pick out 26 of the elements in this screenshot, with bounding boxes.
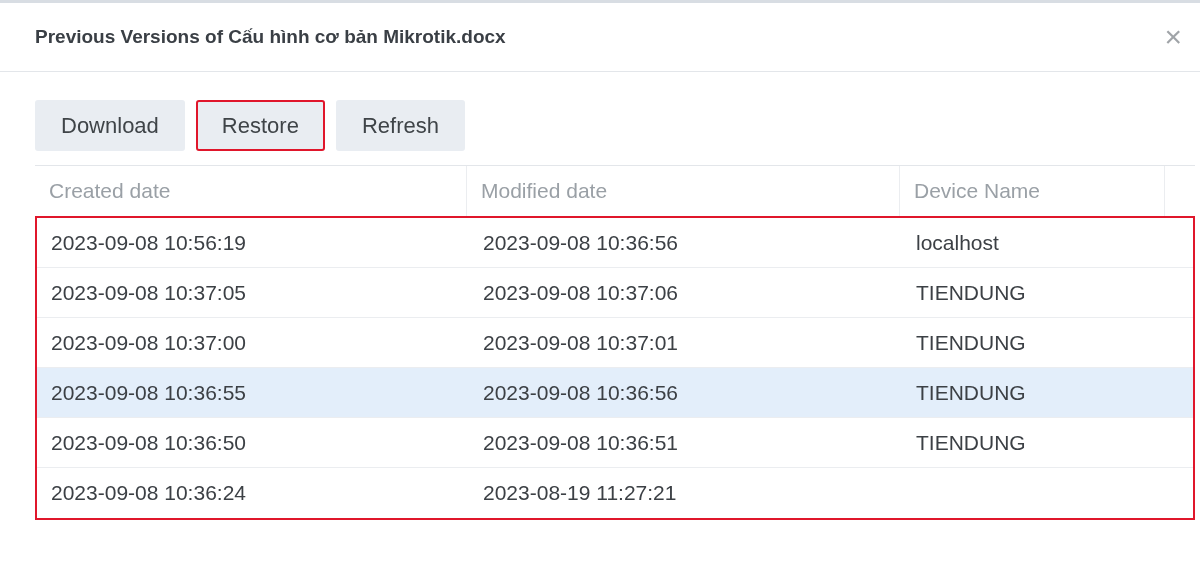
toolbar-button[interactable]: Refresh [335,100,465,151]
table-cell: 2023-09-08 10:36:24 [51,481,246,505]
table-cell: TIENDUNG [916,430,1026,455]
table-cell: 2023-09-08 10:37:05 [51,280,246,305]
table-row[interactable]: 2023-09-08 10:56:19 2023-09-08 10:36:56 localhost [37,218,1193,268]
toolbar-button[interactable]: Download [35,100,185,151]
table-cell: TIENDUNG [916,380,1026,405]
table-cell: 2023-09-08 10:37:00 [51,330,246,355]
toolbar-button[interactable]: Restore [195,100,325,151]
table-cell: 2023-09-08 10:36:50 [51,430,246,455]
table-cell: 2023-09-08 10:36:55 [51,380,246,405]
table-cell: TIENDUNG [916,330,1026,355]
table-cell: localhost [916,230,999,255]
table-row[interactable]: 2023-09-08 10:36:55 2023-09-08 10:36:56 TIENDUNG [37,368,1193,418]
table-cell: TIENDUNG [916,280,1026,305]
table-row[interactable]: 2023-09-08 10:36:50 2023-09-08 10:36:51 TIENDUNG [37,418,1193,468]
table-cell: 2023-09-08 10:36:56 [483,380,678,405]
table-row[interactable]: 2023-09-08 10:37:05 2023-09-08 10:37:06 TIENDUNG [37,268,1193,318]
table-cell: 2023-09-08 10:37:01 [483,330,678,355]
table-cell: 2023-09-08 10:36:51 [483,430,678,455]
table-cell: 2023-09-08 10:56:19 [51,230,246,255]
table-cell: 2023-09-08 10:37:06 [483,280,678,305]
table-cell: 2023-08-19 11:27:21 [483,481,677,505]
window-title: Previous Versions of Cấu hình cơ bản Mikrotik.docx [35,26,506,48]
table-row[interactable]: 2023-09-08 10:36:24 2023-08-19 11:27:21 [37,468,1193,518]
table-cell: 2023-09-08 10:36:56 [483,230,678,255]
